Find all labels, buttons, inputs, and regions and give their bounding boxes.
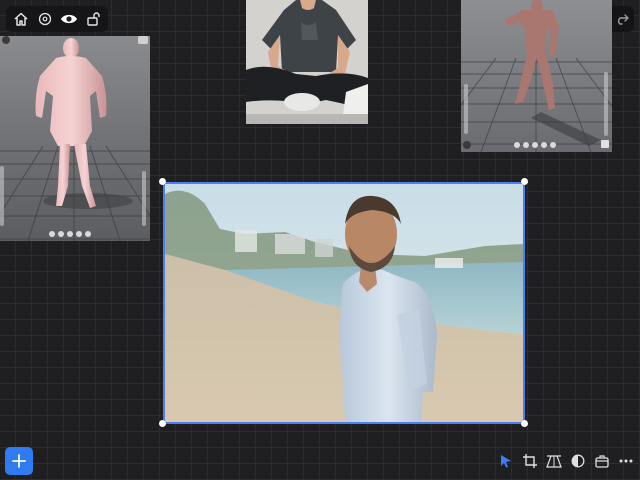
- home-icon[interactable]: [12, 10, 30, 28]
- plus-icon: [12, 454, 26, 468]
- more-icon[interactable]: [618, 453, 634, 469]
- box-icon[interactable]: [594, 453, 610, 469]
- redo-icon[interactable]: [613, 10, 631, 28]
- resize-handle-top-right[interactable]: [521, 178, 528, 185]
- man-on-beach-photo[interactable]: [163, 182, 525, 424]
- resize-handle-bottom-right[interactable]: [521, 420, 528, 427]
- eye-icon[interactable]: [60, 10, 78, 28]
- person-sitting-photo[interactable]: [246, 0, 368, 124]
- top-toolbar: [6, 6, 108, 32]
- add-button[interactable]: [5, 447, 33, 475]
- unlock-icon[interactable]: [84, 10, 102, 28]
- contrast-icon[interactable]: [570, 453, 586, 469]
- resize-handle-bottom-left[interactable]: [159, 420, 166, 427]
- crop-icon[interactable]: [522, 453, 538, 469]
- 3d-viewport-back-figure[interactable]: [0, 36, 150, 241]
- moodboard-canvas[interactable]: [0, 0, 640, 480]
- pointer-icon[interactable]: [498, 453, 514, 469]
- perspective-icon[interactable]: [546, 453, 562, 469]
- bottom-toolbar: [498, 451, 634, 471]
- resize-handle-top-left[interactable]: [159, 178, 166, 185]
- 3d-viewport-walking-figure[interactable]: [461, 0, 612, 152]
- gear-icon[interactable]: [36, 10, 54, 28]
